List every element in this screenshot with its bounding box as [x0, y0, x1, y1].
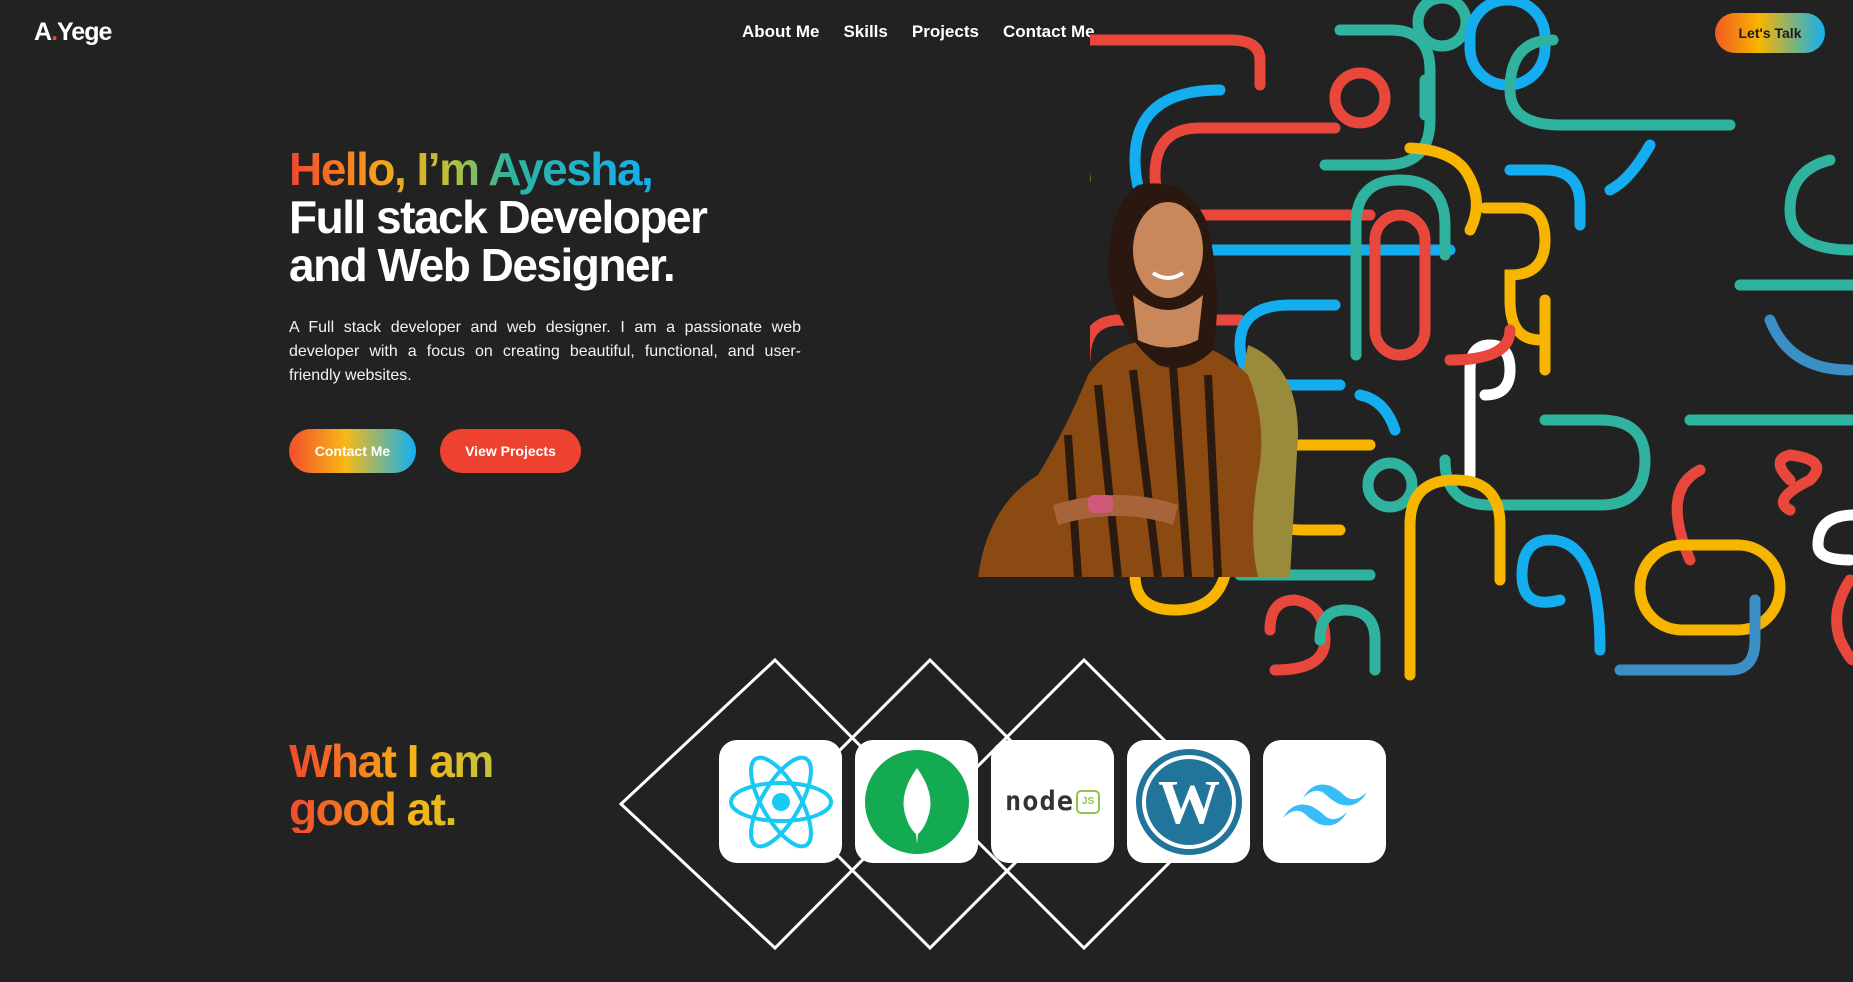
skills-title: What I am good at. [289, 735, 493, 835]
hero-title-line2: Full stack Developer [289, 191, 708, 243]
nodejs-icon: node JS [1005, 786, 1101, 817]
wordpress-icon: W [1135, 748, 1242, 855]
hero-greeting: Hello, I’m Ayesha, [289, 143, 653, 195]
nav-skills[interactable]: Skills [843, 22, 887, 42]
profile-photo [978, 183, 1298, 577]
hero-title-line3: and Web Designer. [289, 239, 676, 291]
skill-card-nodejs[interactable]: node JS [991, 740, 1114, 863]
skill-card-mongodb[interactable] [855, 740, 978, 863]
lets-talk-button[interactable]: Let's Talk [1715, 13, 1825, 53]
nav-about-me[interactable]: About Me [742, 22, 819, 42]
logo-surname: Yege [57, 18, 112, 46]
contact-me-button[interactable]: Contact Me [289, 429, 416, 473]
nav-projects[interactable]: Projects [912, 22, 979, 42]
nav-contact-me[interactable]: Contact Me [1003, 22, 1095, 42]
hero-description: A Full stack developer and web designer.… [289, 319, 801, 384]
logo-initial: A [34, 18, 52, 46]
svg-text:W: W [1158, 769, 1220, 837]
hero-title: Hello, I’m Ayesha, Full stack Developer … [289, 143, 708, 291]
skill-card-react[interactable] [719, 740, 842, 863]
skill-card-wordpress[interactable]: W [1127, 740, 1250, 863]
skill-card-tailwind[interactable] [1263, 740, 1386, 863]
view-projects-button[interactable]: View Projects [440, 429, 581, 473]
mongodb-icon [864, 749, 969, 854]
tailwind-icon [1282, 784, 1367, 825]
main-nav: About Me Skills Projects Contact Me [742, 22, 1095, 42]
react-icon [728, 755, 833, 848]
logo[interactable]: A.Yege [34, 18, 112, 47]
